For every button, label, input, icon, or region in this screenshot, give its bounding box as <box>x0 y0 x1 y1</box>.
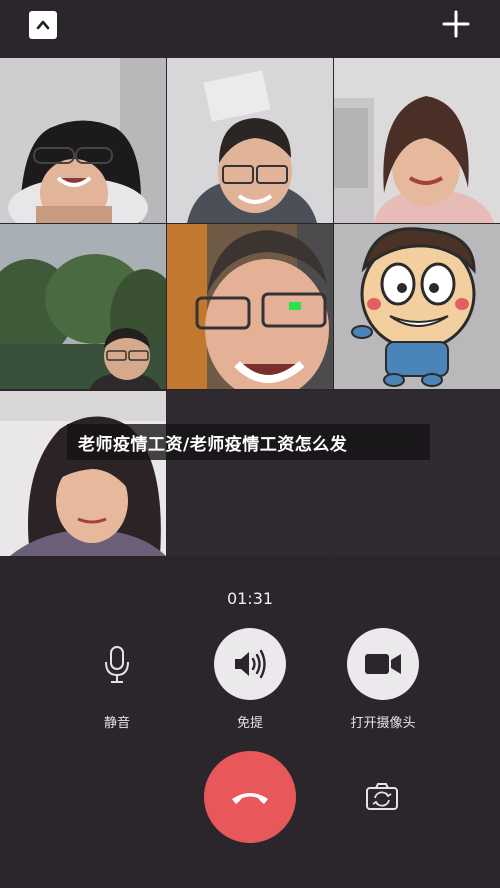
participant-avatar-6[interactable] <box>334 224 500 389</box>
plus-icon <box>442 10 470 38</box>
participant-grid <box>0 58 500 557</box>
mute-label: 静音 <box>103 716 130 731</box>
empty-tile <box>167 391 333 556</box>
participant-image <box>0 58 166 223</box>
call-timer: 01:31 <box>226 589 274 608</box>
top-bar <box>0 0 500 56</box>
chevron-up-icon <box>36 20 50 30</box>
participant-video-5[interactable] <box>167 224 333 389</box>
collapse-button[interactable] <box>29 11 57 39</box>
participant-video-1[interactable] <box>0 58 166 223</box>
participant-video-7[interactable] <box>0 391 166 556</box>
participant-image <box>0 224 166 389</box>
participant-image <box>167 58 333 223</box>
hang-up-button[interactable] <box>204 751 296 843</box>
title-text: 老师疫情工资/老师疫情工资怎么发 <box>78 434 348 455</box>
video-camera-icon <box>365 654 401 674</box>
switch-camera-button[interactable] <box>364 779 400 815</box>
switch-camera-icon <box>366 783 398 810</box>
participant-video-3[interactable] <box>334 58 500 223</box>
participant-image <box>167 224 333 389</box>
camera-label: 打开摄像头 <box>350 716 416 731</box>
add-participant-button[interactable] <box>440 8 472 40</box>
speaker-label: 免提 <box>236 716 263 731</box>
mute-control[interactable]: 静音 <box>67 628 167 731</box>
participant-video-4[interactable] <box>0 224 166 389</box>
speaker-control[interactable]: 免提 <box>200 628 300 731</box>
speaker-button[interactable] <box>214 628 286 700</box>
title-overlay: 老师疫情工资/老师疫情工资怎么发 <box>67 424 430 460</box>
empty-tile <box>334 391 500 556</box>
phone-hangup-icon <box>232 793 268 804</box>
speaker-icon <box>235 649 266 679</box>
participant-image <box>334 58 500 223</box>
cartoon-avatar-image <box>334 224 500 389</box>
camera-control[interactable]: 打开摄像头 <box>333 628 433 731</box>
microphone-icon <box>105 646 129 683</box>
mute-button[interactable] <box>81 628 153 700</box>
participant-image <box>0 391 166 556</box>
participant-video-2[interactable] <box>167 58 333 223</box>
camera-button[interactable] <box>347 628 419 700</box>
